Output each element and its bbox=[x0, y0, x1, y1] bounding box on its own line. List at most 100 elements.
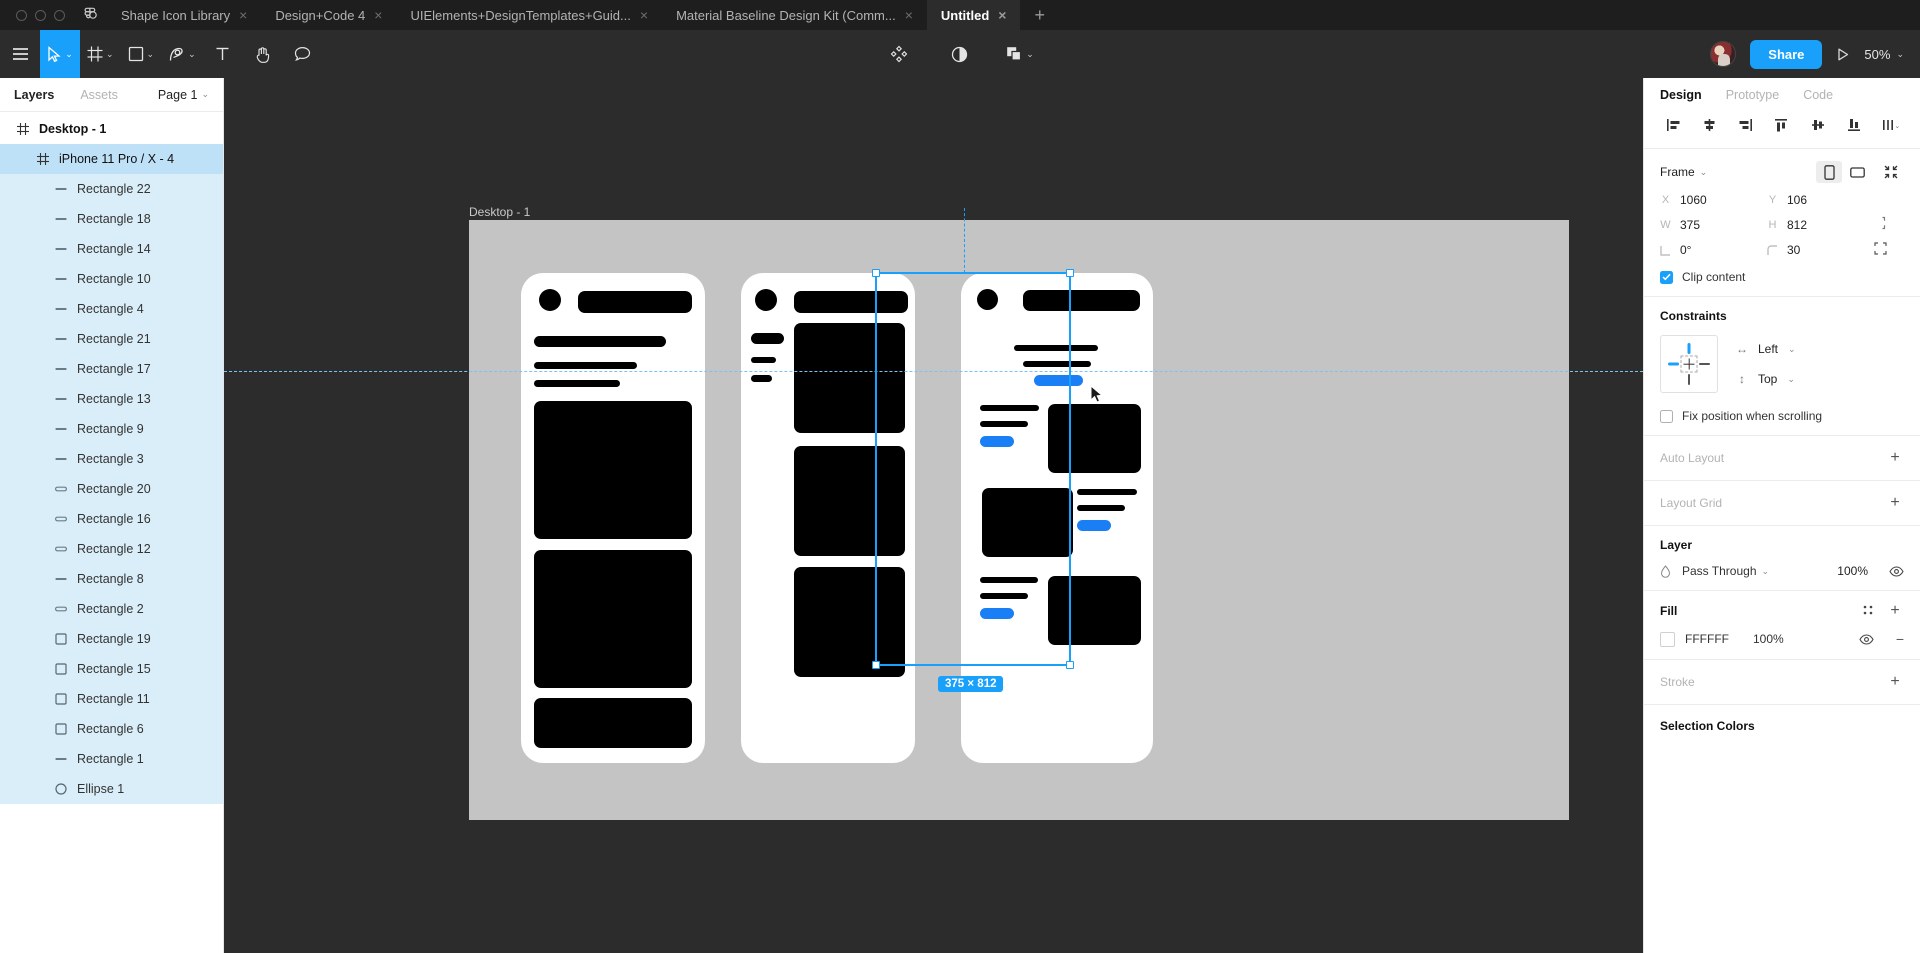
fill-color-swatch[interactable] bbox=[1660, 631, 1675, 647]
layer-row[interactable]: Rectangle 15 bbox=[0, 654, 223, 684]
layer-row[interactable]: Rectangle 11 bbox=[0, 684, 223, 714]
field-y[interactable]: Y 106 bbox=[1767, 193, 1874, 207]
file-tab[interactable]: Design+Code 4 × bbox=[261, 0, 396, 30]
close-tab-icon[interactable]: × bbox=[998, 8, 1006, 22]
component-diamond-icon[interactable] bbox=[879, 30, 919, 78]
half-circle-mask-icon[interactable] bbox=[939, 30, 979, 78]
comment-bubble-icon[interactable] bbox=[283, 30, 323, 78]
layer-row[interactable]: Rectangle 3 bbox=[0, 444, 223, 474]
frame-tool[interactable]: ⌄ bbox=[80, 30, 121, 78]
close-tab-icon[interactable]: × bbox=[640, 8, 648, 22]
fill-remove-button[interactable]: − bbox=[1896, 631, 1904, 647]
move-tool[interactable]: ⌄ bbox=[40, 30, 80, 78]
play-triangle-icon[interactable] bbox=[1836, 47, 1850, 62]
stroke-add-button[interactable]: + bbox=[1886, 674, 1904, 690]
field-width[interactable]: W 375 bbox=[1660, 218, 1767, 232]
artboard-label[interactable]: Desktop - 1 bbox=[469, 205, 530, 219]
constraint-left-bar[interactable] bbox=[1668, 362, 1679, 366]
tab-code[interactable]: Code bbox=[1803, 88, 1833, 102]
landscape-phone-icon[interactable] bbox=[1844, 161, 1870, 183]
wireframe-block[interactable] bbox=[977, 289, 998, 310]
clip-content-checkbox[interactable] bbox=[1660, 270, 1673, 284]
layer-row[interactable]: Rectangle 2 bbox=[0, 594, 223, 624]
layout-grid-add-button[interactable]: + bbox=[1886, 495, 1904, 511]
wireframe-block[interactable] bbox=[980, 608, 1014, 619]
layer-row[interactable]: Rectangle 18 bbox=[0, 204, 223, 234]
layer-row[interactable]: Rectangle 17 bbox=[0, 354, 223, 384]
figma-logo-icon[interactable] bbox=[79, 0, 107, 30]
wireframe-block[interactable] bbox=[980, 436, 1014, 447]
wireframe-block[interactable] bbox=[980, 421, 1028, 427]
layer-row[interactable]: Rectangle 16 bbox=[0, 504, 223, 534]
clip-content-row[interactable]: Clip content bbox=[1660, 270, 1904, 284]
layer-row[interactable]: Rectangle 8 bbox=[0, 564, 223, 594]
pen-tool-caret[interactable]: ⌄ bbox=[188, 49, 196, 60]
layer-visibility-eye-icon[interactable] bbox=[1889, 565, 1904, 577]
tab-design[interactable]: Design bbox=[1660, 88, 1702, 102]
wireframe-block[interactable] bbox=[1014, 345, 1098, 351]
wireframe-block[interactable] bbox=[1023, 290, 1140, 311]
layer-row[interactable]: Desktop - 1 bbox=[0, 114, 223, 144]
wireframe-block[interactable] bbox=[534, 550, 692, 688]
wireframe-block[interactable] bbox=[1077, 489, 1137, 495]
wireframe-block[interactable] bbox=[751, 357, 776, 363]
wireframe-block[interactable] bbox=[751, 375, 772, 382]
constrain-proportions-icon[interactable] bbox=[1874, 216, 1904, 233]
file-tab[interactable]: UIElements+DesignTemplates+Guid... × bbox=[396, 0, 662, 30]
file-tab[interactable]: Shape Icon Library × bbox=[107, 0, 261, 30]
align-bottom-icon[interactable] bbox=[1842, 114, 1868, 136]
layer-row[interactable]: Rectangle 13 bbox=[0, 384, 223, 414]
fill-add-button[interactable]: + bbox=[1886, 603, 1904, 619]
align-vertical-center-icon[interactable] bbox=[1805, 114, 1831, 136]
frame-tool-caret[interactable]: ⌄ bbox=[106, 49, 114, 60]
close-window-button[interactable] bbox=[16, 9, 27, 21]
independent-corners-icon[interactable] bbox=[1874, 242, 1904, 258]
field-corner-radius[interactable]: 30 bbox=[1767, 243, 1874, 257]
wireframe-block[interactable] bbox=[1077, 505, 1125, 511]
field-height[interactable]: H 812 bbox=[1767, 218, 1874, 232]
wireframe-frame-2[interactable] bbox=[741, 273, 915, 763]
tab-prototype[interactable]: Prototype bbox=[1726, 88, 1780, 102]
fix-position-row[interactable]: Fix position when scrolling bbox=[1660, 409, 1904, 423]
hamburger-menu-icon[interactable] bbox=[0, 30, 40, 78]
fill-visibility-eye-icon[interactable] bbox=[1859, 633, 1874, 645]
layer-row[interactable]: Rectangle 6 bbox=[0, 714, 223, 744]
text-T-icon[interactable] bbox=[203, 30, 243, 78]
boolean-tool-caret[interactable]: ⌄ bbox=[1026, 49, 1034, 60]
fill-opacity-value[interactable]: 100% bbox=[1753, 632, 1784, 646]
align-left-icon[interactable] bbox=[1660, 114, 1686, 136]
field-rotation[interactable]: 0° bbox=[1660, 243, 1767, 257]
wireframe-block[interactable] bbox=[982, 488, 1073, 557]
wireframe-block[interactable] bbox=[980, 405, 1039, 411]
align-top-icon[interactable] bbox=[1769, 114, 1795, 136]
wireframe-block[interactable] bbox=[751, 333, 784, 344]
pen-tool[interactable]: ⌄ bbox=[161, 30, 203, 78]
layer-row[interactable]: Rectangle 14 bbox=[0, 234, 223, 264]
constraint-top-bar[interactable] bbox=[1687, 343, 1691, 354]
close-tab-icon[interactable]: × bbox=[239, 8, 247, 22]
layer-row[interactable]: Rectangle 9 bbox=[0, 414, 223, 444]
shape-tool-caret[interactable]: ⌄ bbox=[147, 49, 155, 60]
wireframe-block[interactable] bbox=[534, 362, 637, 369]
constraints-widget[interactable] bbox=[1660, 335, 1718, 393]
layer-row[interactable]: Rectangle 20 bbox=[0, 474, 223, 504]
layer-opacity-value[interactable]: 100% bbox=[1837, 564, 1868, 578]
wireframe-block[interactable] bbox=[794, 567, 905, 677]
hand-tool[interactable] bbox=[243, 30, 283, 78]
move-tool-caret[interactable]: ⌄ bbox=[65, 49, 73, 60]
wireframe-block[interactable] bbox=[980, 593, 1028, 599]
layer-blend-mode-selector[interactable]: Pass Through ⌄ bbox=[1682, 564, 1769, 578]
wireframe-block[interactable] bbox=[539, 289, 561, 311]
design-canvas[interactable]: Desktop - 1 375 × 812 bbox=[224, 78, 1643, 953]
file-tab[interactable]: Untitled × bbox=[926, 0, 1021, 30]
new-tab-button[interactable]: + bbox=[1020, 0, 1059, 30]
wireframe-block[interactable] bbox=[534, 336, 666, 347]
layer-row[interactable]: Rectangle 10 bbox=[0, 264, 223, 294]
layer-row[interactable]: Rectangle 12 bbox=[0, 534, 223, 564]
fill-color-hex[interactable]: FFFFFF bbox=[1685, 632, 1729, 646]
zoom-level-selector[interactable]: 50% ⌄ bbox=[1864, 47, 1904, 62]
frame-type-selector[interactable]: Frame ⌄ bbox=[1660, 165, 1707, 179]
layer-row[interactable]: Rectangle 19 bbox=[0, 624, 223, 654]
shape-tool[interactable]: ⌄ bbox=[121, 30, 162, 78]
page-selector[interactable]: Page 1 ⌄ bbox=[158, 88, 209, 102]
